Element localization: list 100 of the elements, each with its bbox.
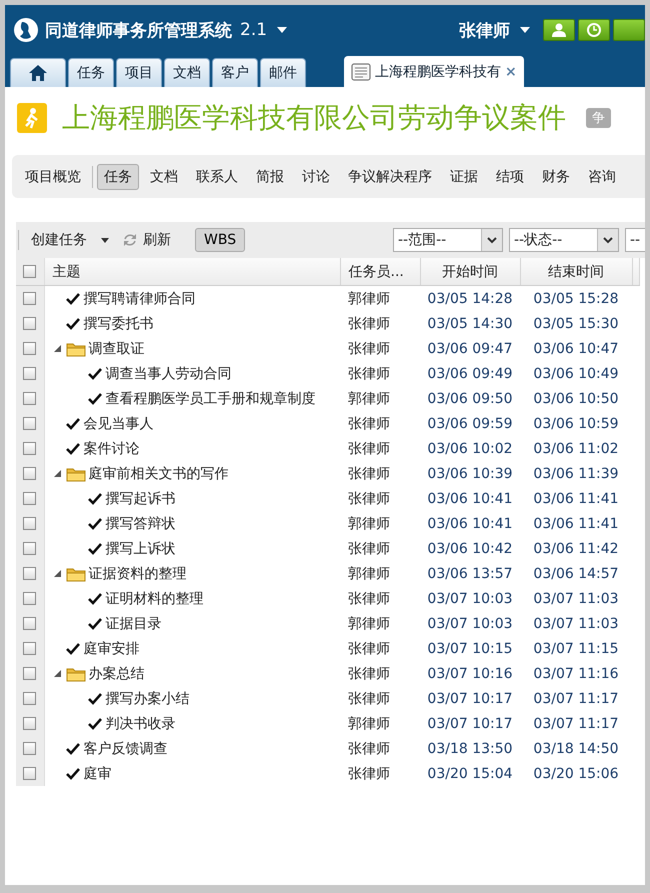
time-cell: 03/06 11:41 (533, 490, 619, 506)
task-title: 会见当事人 (84, 414, 154, 432)
create-task-button[interactable]: 创建任务 (29, 231, 115, 249)
row-checkbox[interactable] (23, 517, 36, 530)
task-title: 庭审 (84, 764, 112, 782)
tab-label: 上海程鹏医学科技有 (375, 63, 501, 81)
folder-icon (66, 566, 86, 582)
check-icon (86, 592, 102, 606)
task-title: 证明材料的整理 (106, 590, 204, 608)
assignee-cell: 郭律师 (348, 566, 390, 582)
refresh-button[interactable]: 刷新 (121, 231, 177, 249)
row-checkbox[interactable] (23, 367, 36, 380)
task-title: 庭审安排 (84, 640, 140, 658)
time-cell: 03/18 13:50 (427, 740, 513, 756)
row-checkbox[interactable] (23, 542, 36, 556)
time-cell: 03/18 14:50 (533, 740, 619, 756)
collapse-icon[interactable] (54, 470, 61, 477)
time-cell: 03/06 10:02 (427, 440, 513, 456)
row-checkbox[interactable] (23, 392, 36, 406)
time-cell: 03/05 15:28 (533, 290, 619, 306)
row-checkbox[interactable] (23, 292, 36, 306)
row-checkbox[interactable] (23, 617, 36, 630)
row-checkbox[interactable] (23, 592, 36, 606)
assignee-cell: 张律师 (348, 466, 390, 482)
section-tab[interactable]: 简报 (249, 164, 291, 190)
nav-tab[interactable]: 任务 (68, 58, 114, 87)
section-tab[interactable]: 咨询 (581, 164, 623, 190)
time-cell: 03/06 09:50 (427, 390, 513, 406)
assignee-cell: 张律师 (348, 490, 390, 506)
filter-dropdown[interactable]: --范围-- (393, 228, 503, 252)
time-cell: 03/06 11:02 (533, 440, 619, 456)
section-tab[interactable]: 任务 (97, 164, 139, 190)
time-cell: 03/20 15:06 (533, 766, 619, 782)
assignee-cell: 郭律师 (348, 290, 390, 306)
time-cell: 03/05 14:30 (427, 316, 513, 332)
check-icon (64, 292, 80, 306)
section-tab[interactable]: 文档 (143, 164, 185, 190)
row-checkbox[interactable] (23, 742, 36, 756)
home-tab[interactable] (10, 58, 66, 87)
time-cell: 03/07 11:15 (533, 640, 619, 656)
task-title: 办案总结 (88, 664, 144, 682)
row-checkbox[interactable] (23, 492, 36, 506)
collapse-icon[interactable] (54, 345, 61, 352)
assignee-cell: 张律师 (348, 340, 390, 356)
check-icon (64, 316, 80, 330)
check-icon (64, 442, 80, 456)
section-tab[interactable]: 争议解决程序 (341, 164, 439, 190)
folder-icon (66, 340, 86, 356)
row-checkbox[interactable] (23, 692, 36, 706)
row-checkbox[interactable] (23, 467, 36, 480)
wbs-button[interactable]: WBS (195, 228, 246, 252)
nav-tab[interactable]: 客户 (212, 58, 258, 87)
clock-button[interactable] (578, 19, 610, 41)
row-checkbox[interactable] (23, 767, 36, 780)
time-cell: 03/05 15:30 (533, 316, 619, 332)
row-checkbox[interactable] (23, 667, 36, 680)
time-cell: 03/06 10:50 (533, 390, 619, 406)
row-checkbox[interactable] (23, 342, 36, 356)
task-title: 判决书收录 (106, 714, 176, 732)
nav-tab[interactable]: 邮件 (260, 58, 306, 87)
row-checkbox[interactable] (23, 317, 36, 330)
task-title: 庭审前相关文书的写作 (88, 464, 228, 482)
assignee-cell: 张律师 (348, 440, 390, 456)
chevron-down-icon (603, 236, 613, 244)
user-icon (552, 23, 566, 37)
check-icon (64, 642, 80, 656)
profile-button[interactable] (543, 19, 575, 41)
filter-dropdown[interactable]: --状态-- (509, 228, 619, 252)
row-checkbox[interactable] (23, 417, 36, 430)
status-badge: 争 (586, 108, 611, 128)
nav-tab[interactable]: 文档 (164, 58, 210, 87)
time-cell: 03/07 11:03 (533, 590, 619, 606)
section-tab[interactable]: 联系人 (189, 164, 245, 190)
collapse-icon[interactable] (54, 570, 61, 577)
column-header[interactable]: 主题 (44, 264, 80, 280)
collapse-icon[interactable] (54, 670, 61, 677)
select-all-checkbox[interactable] (23, 265, 36, 278)
section-tab[interactable]: 讨论 (295, 164, 337, 190)
section-tab[interactable]: 项目概览 (18, 164, 88, 190)
time-cell: 03/06 10:59 (533, 416, 619, 432)
toolbar-button[interactable] (613, 19, 645, 41)
assignee-cell: 张律师 (348, 766, 390, 782)
section-tab[interactable]: 财务 (535, 164, 577, 190)
caret-icon (277, 27, 288, 33)
document-tab[interactable]: 上海程鹏医学科技有 × (344, 56, 524, 87)
row-checkbox[interactable] (23, 567, 36, 580)
section-tab[interactable]: 结项 (489, 164, 531, 190)
user-name[interactable]: 张律师 (459, 18, 510, 42)
row-checkbox[interactable] (23, 717, 36, 730)
close-button[interactable]: × (505, 64, 517, 80)
assignee-cell: 张律师 (348, 416, 390, 432)
section-tab[interactable]: 证据 (443, 164, 485, 190)
assignee-cell: 张律师 (348, 640, 390, 656)
row-checkbox[interactable] (23, 442, 36, 456)
time-cell: 03/07 11:16 (533, 666, 619, 682)
task-title: 撰写上诉状 (106, 540, 176, 558)
row-checkbox[interactable] (23, 642, 36, 656)
filter-dropdown[interactable]: -- (625, 228, 645, 252)
nav-tab[interactable]: 项目 (116, 58, 162, 87)
time-cell: 03/07 11:17 (533, 690, 619, 706)
